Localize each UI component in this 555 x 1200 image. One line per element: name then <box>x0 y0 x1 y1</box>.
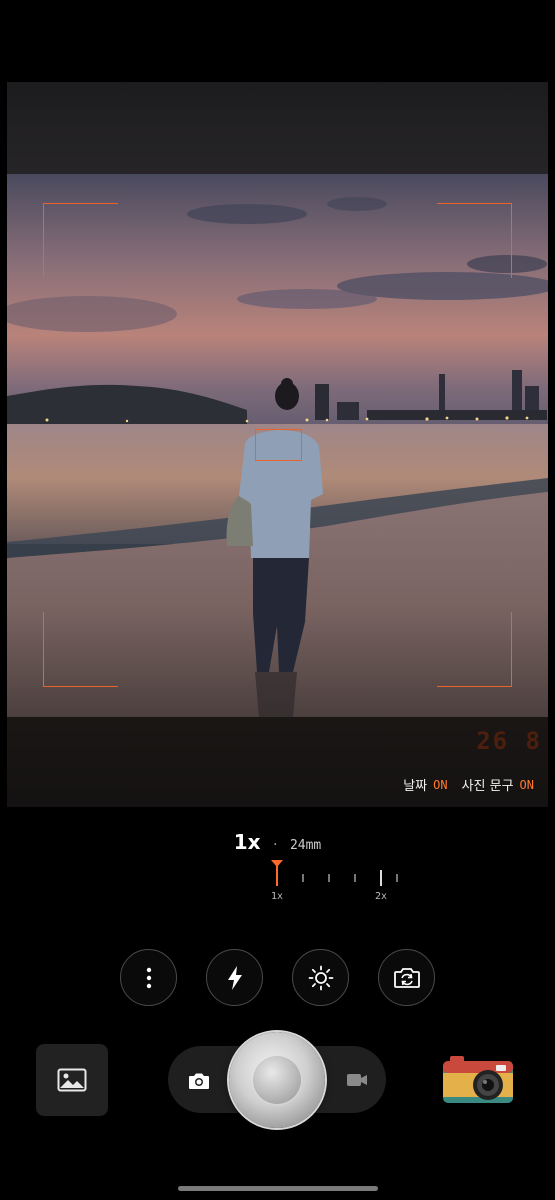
zoom-tick <box>380 870 382 886</box>
overlay-toggles: 날짜 ON 사진 문구 ON <box>403 775 534 795</box>
video-icon <box>347 1074 367 1086</box>
zoom-tick <box>396 874 398 882</box>
date-toggle[interactable]: 날짜 ON <box>403 775 448 795</box>
frame-corner-top-left <box>43 203 118 278</box>
zoom-tick <box>302 874 304 882</box>
date-stamp: 26 8 <box>476 727 542 755</box>
home-indicator[interactable] <box>178 1186 378 1191</box>
camera-screen: 26 8 날짜 ON 사진 문구 ON 1x · 24mm 1x 2x <box>0 0 555 1200</box>
zoom-readout: 1x · 24mm <box>0 830 555 854</box>
zoom-separator: · <box>273 837 278 853</box>
flash-icon <box>227 965 242 990</box>
zoom-scale[interactable]: 1x 2x <box>262 860 412 910</box>
more-vertical-icon <box>146 967 151 988</box>
zoom-label-2x: 2x <box>374 891 388 902</box>
caption-toggle[interactable]: 사진 문구 ON <box>461 775 534 795</box>
focal-length: 24mm <box>289 838 322 853</box>
image-icon <box>57 1068 87 1092</box>
caption-toggle-label: 사진 문구 <box>461 779 514 794</box>
zoom-tick <box>276 870 278 886</box>
camera-switch-icon <box>393 967 420 988</box>
zoom-value: 1x <box>233 830 261 854</box>
retro-camera-icon <box>443 1056 513 1103</box>
zoom-label-1x: 1x <box>270 891 284 902</box>
more-options-button[interactable] <box>120 949 177 1006</box>
switch-camera-button[interactable] <box>378 949 435 1006</box>
date-toggle-state: ON <box>433 777 448 792</box>
date-toggle-label: 날짜 <box>403 779 428 794</box>
shutter-inner <box>251 1054 303 1106</box>
gallery-button[interactable] <box>36 1044 108 1116</box>
photo-mode-button[interactable] <box>188 1072 210 1094</box>
flash-button[interactable] <box>206 949 263 1006</box>
zoom-tick <box>354 874 356 882</box>
zoom-tick <box>328 874 330 882</box>
brightness-button[interactable] <box>292 949 349 1006</box>
frame-corner-bottom-left <box>43 612 118 687</box>
focus-box <box>255 429 302 461</box>
frame-corner-bottom-right <box>437 612 512 687</box>
shutter-button[interactable] <box>229 1032 325 1128</box>
viewfinder[interactable]: 26 8 날짜 ON 사진 문구 ON <box>7 82 548 807</box>
brightness-icon <box>308 965 333 990</box>
caption-toggle-state: ON <box>519 777 534 792</box>
camera-icon <box>189 1073 209 1089</box>
video-mode-button[interactable] <box>346 1072 368 1092</box>
viewfinder-top-band <box>7 82 548 174</box>
camera-style-button[interactable] <box>440 1053 516 1113</box>
frame-corner-top-right <box>437 203 512 278</box>
